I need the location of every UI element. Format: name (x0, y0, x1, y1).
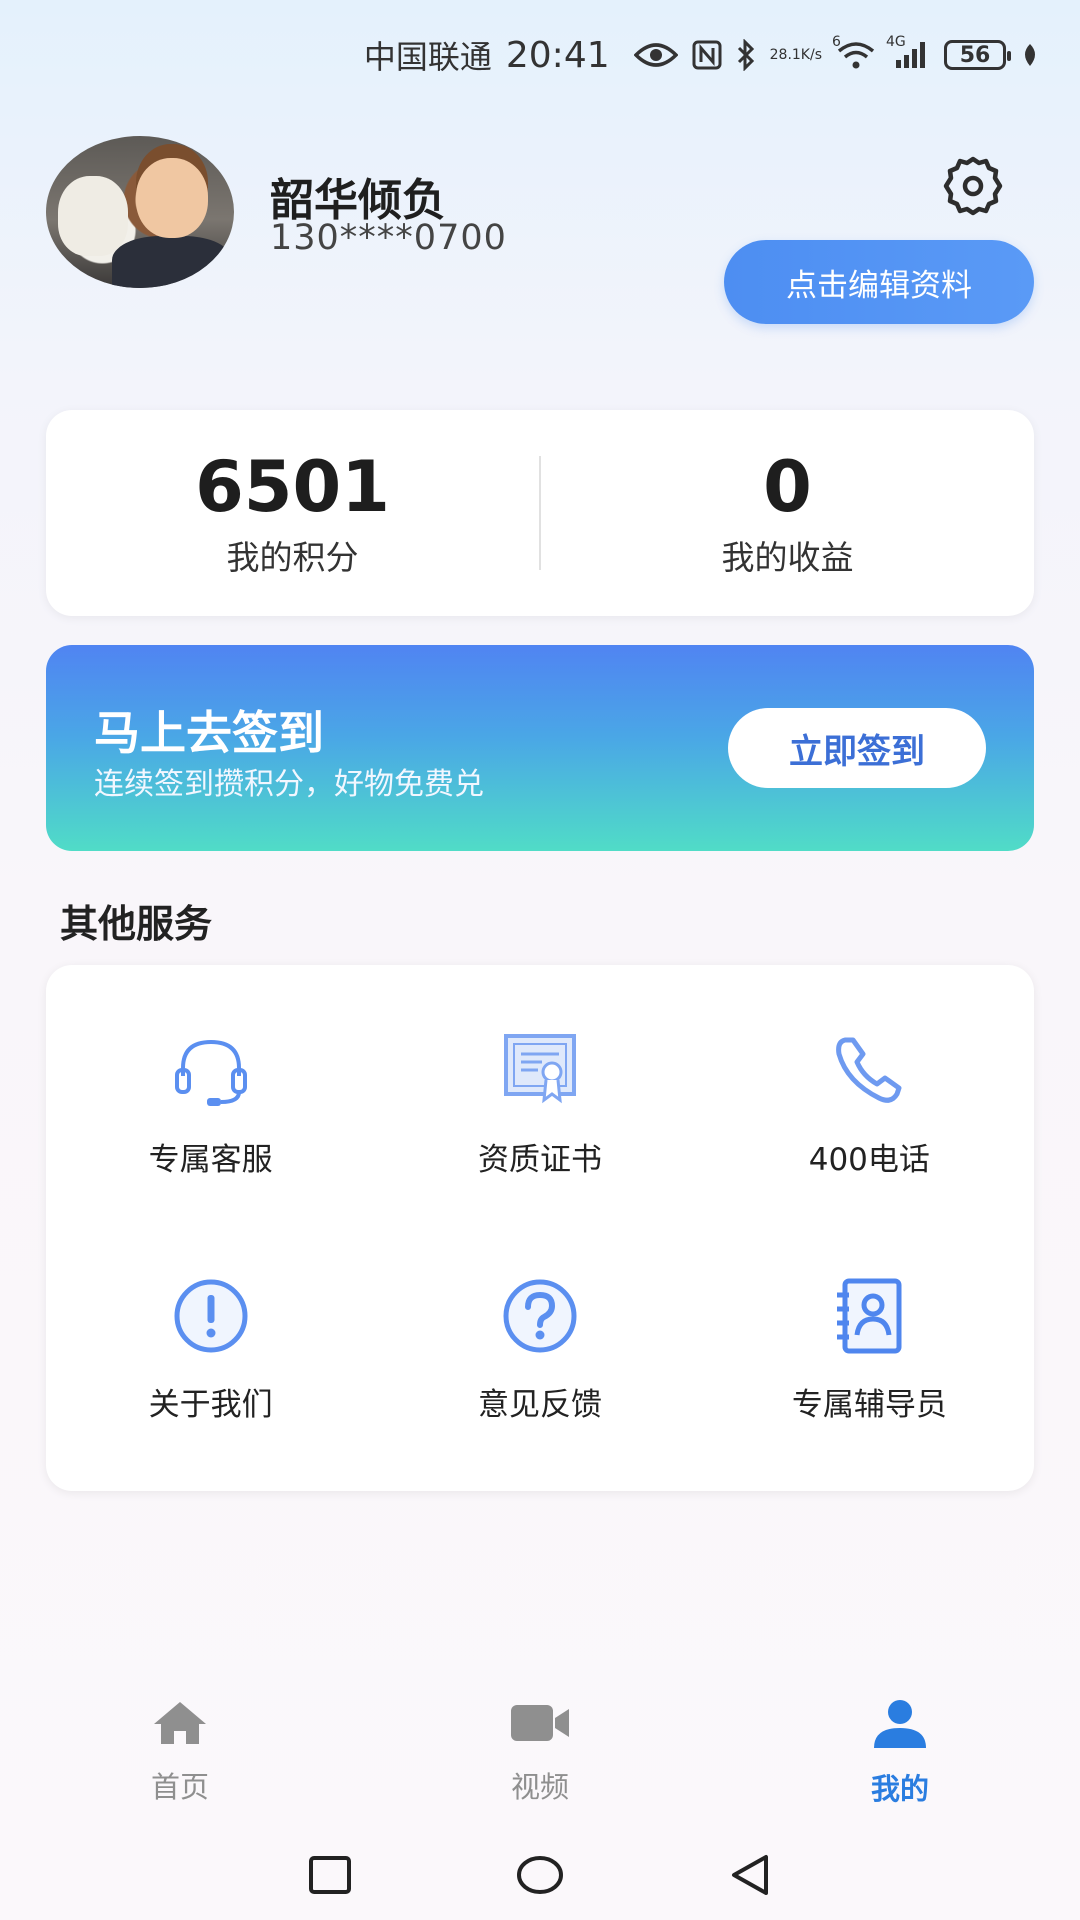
earnings-value: 0 (763, 446, 812, 528)
nav-video[interactable]: 视频 (360, 1680, 720, 1820)
clock: 20:41 (505, 34, 610, 76)
avatar-photo-dog (58, 176, 128, 256)
service-feedback[interactable]: 意见反馈 (375, 1228, 704, 1473)
user-phone: 130****0700 (270, 218, 507, 258)
earnings-stat[interactable]: 0 我的收益 (541, 447, 1034, 579)
earnings-label: 我的收益 (721, 538, 854, 577)
speed-unit: K/s (800, 47, 822, 63)
stats-card: 6501 我的积分 0 我的收益 (46, 410, 1034, 616)
battery-icon: 56 (944, 40, 1011, 70)
eye-icon (633, 41, 678, 69)
system-nav (0, 1830, 1080, 1920)
edit-profile-button[interactable]: 点击编辑资料 (724, 240, 1034, 324)
wifi-icon: 6 (832, 34, 876, 70)
avatar-photo-face (136, 158, 208, 238)
network-type: 4G (886, 34, 906, 50)
leaf-icon (1020, 42, 1040, 68)
help-icon (494, 1277, 586, 1359)
avatar[interactable] (46, 136, 234, 288)
info-icon (165, 1277, 257, 1359)
user-icon (868, 1698, 932, 1754)
service-label: 400电话 (808, 1142, 930, 1178)
service-label: 专属客服 (148, 1142, 273, 1178)
service-label: 意见反馈 (477, 1387, 602, 1423)
network-speed: 28.1 K/s (770, 48, 822, 62)
recents-button[interactable] (300, 1845, 360, 1905)
service-label: 资质证书 (477, 1142, 602, 1178)
speed-value: 28.1 (769, 47, 801, 63)
gear-icon (942, 155, 1004, 221)
services-card: 专属客服 资质证书 400电话 关于我们 意见反馈 专属辅导员 (46, 965, 1034, 1491)
service-customer-support[interactable]: 专属客服 (46, 983, 375, 1228)
home-icon (150, 1698, 210, 1752)
nav-home[interactable]: 首页 (0, 1680, 360, 1820)
phone-icon (823, 1032, 915, 1114)
settings-button[interactable] (940, 155, 1006, 221)
service-certificate[interactable]: 资质证书 (375, 983, 704, 1228)
signin-button[interactable]: 立即签到 (728, 708, 986, 788)
bottom-nav: 首页 视频 我的 (0, 1680, 1080, 1820)
points-label: 我的积分 (226, 538, 359, 577)
services-title: 其他服务 (60, 902, 213, 946)
signal-icon: 4G (886, 34, 930, 70)
service-about-us[interactable]: 关于我们 (46, 1228, 375, 1473)
bluetooth-icon (736, 39, 756, 71)
signin-title: 马上去签到 (94, 706, 324, 760)
battery-level: 56 (959, 42, 991, 68)
service-counselor[interactable]: 专属辅导员 (705, 1228, 1034, 1473)
nav-home-label: 首页 (150, 1770, 209, 1804)
certificate-icon (494, 1032, 586, 1114)
nav-mine-label: 我的 (870, 1772, 929, 1806)
back-button[interactable] (720, 1845, 780, 1905)
signin-banner: 马上去签到 连续签到攒积分，好物免费兑 立即签到 (46, 645, 1034, 851)
wifi-badge: 6 (832, 34, 841, 50)
headset-icon (165, 1032, 257, 1114)
service-label: 专属辅导员 (791, 1387, 947, 1423)
avatar-photo-shirt (112, 236, 232, 288)
service-hotline[interactable]: 400电话 (705, 983, 1034, 1228)
status-bar: 中国联通 20:41 28.1 K/s 6 4G 56 (0, 0, 1080, 110)
service-label: 关于我们 (148, 1387, 273, 1423)
carrier-name: 中国联通 (363, 38, 492, 76)
points-value: 6501 (195, 446, 390, 528)
video-icon (508, 1698, 572, 1752)
points-stat[interactable]: 6501 我的积分 (46, 447, 539, 579)
nav-video-label: 视频 (510, 1770, 569, 1804)
contact-book-icon (823, 1277, 915, 1359)
home-button[interactable] (510, 1845, 570, 1905)
signin-subtitle: 连续签到攒积分，好物免费兑 (94, 767, 484, 802)
nav-mine[interactable]: 我的 (720, 1680, 1080, 1820)
nfc-icon (692, 40, 722, 70)
